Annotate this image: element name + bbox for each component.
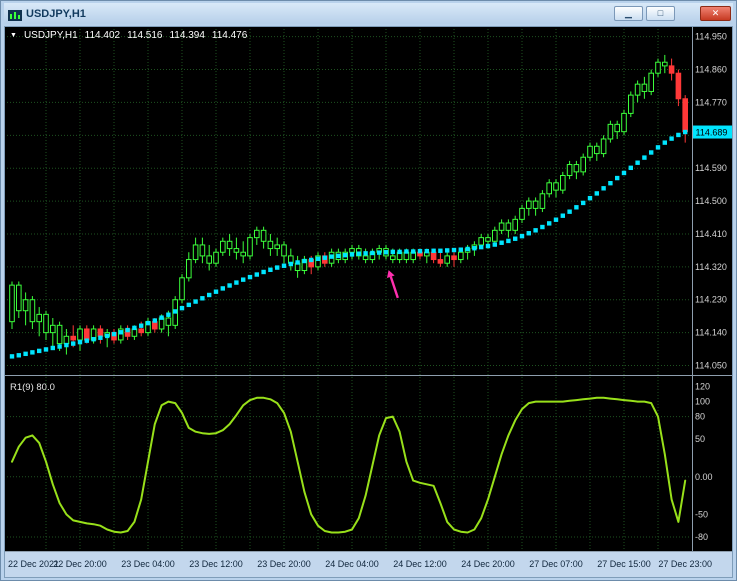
close-icon: ✕: [711, 8, 720, 18]
title-bar[interactable]: USDJPY,H1 ▁ □ ✕: [4, 3, 733, 24]
time-axis[interactable]: [5, 551, 732, 577]
window-controls: ▁ □ ✕: [614, 6, 731, 21]
price-axis[interactable]: [691, 27, 732, 550]
maximize-button[interactable]: □: [646, 6, 675, 21]
chart-canvas[interactable]: 114.950114.860114.770114.680114.590114.5…: [5, 27, 732, 577]
maximize-icon: □: [657, 8, 664, 18]
chart-window: USDJPY,H1 ▁ □ ✕ 114.950 114.860 114.770 114…: [0, 0, 737, 581]
minimize-icon: ▁: [625, 8, 632, 18]
window-title: USDJPY,H1: [26, 7, 86, 20]
minimize-button[interactable]: ▁: [614, 6, 643, 21]
chart-icon: [8, 8, 22, 21]
chart-area: 114.950114.860114.770114.680114.590114.5…: [4, 26, 733, 578]
close-button[interactable]: ✕: [700, 6, 731, 21]
